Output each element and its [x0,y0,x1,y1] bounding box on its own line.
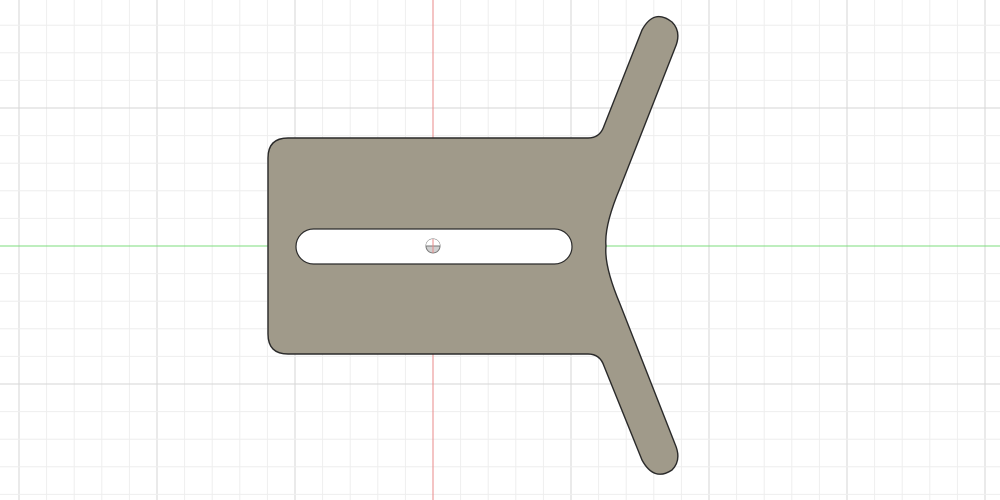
design-viewport[interactable] [0,0,1000,500]
sketch-canvas[interactable] [0,0,1000,500]
origin-icon[interactable] [425,238,441,254]
